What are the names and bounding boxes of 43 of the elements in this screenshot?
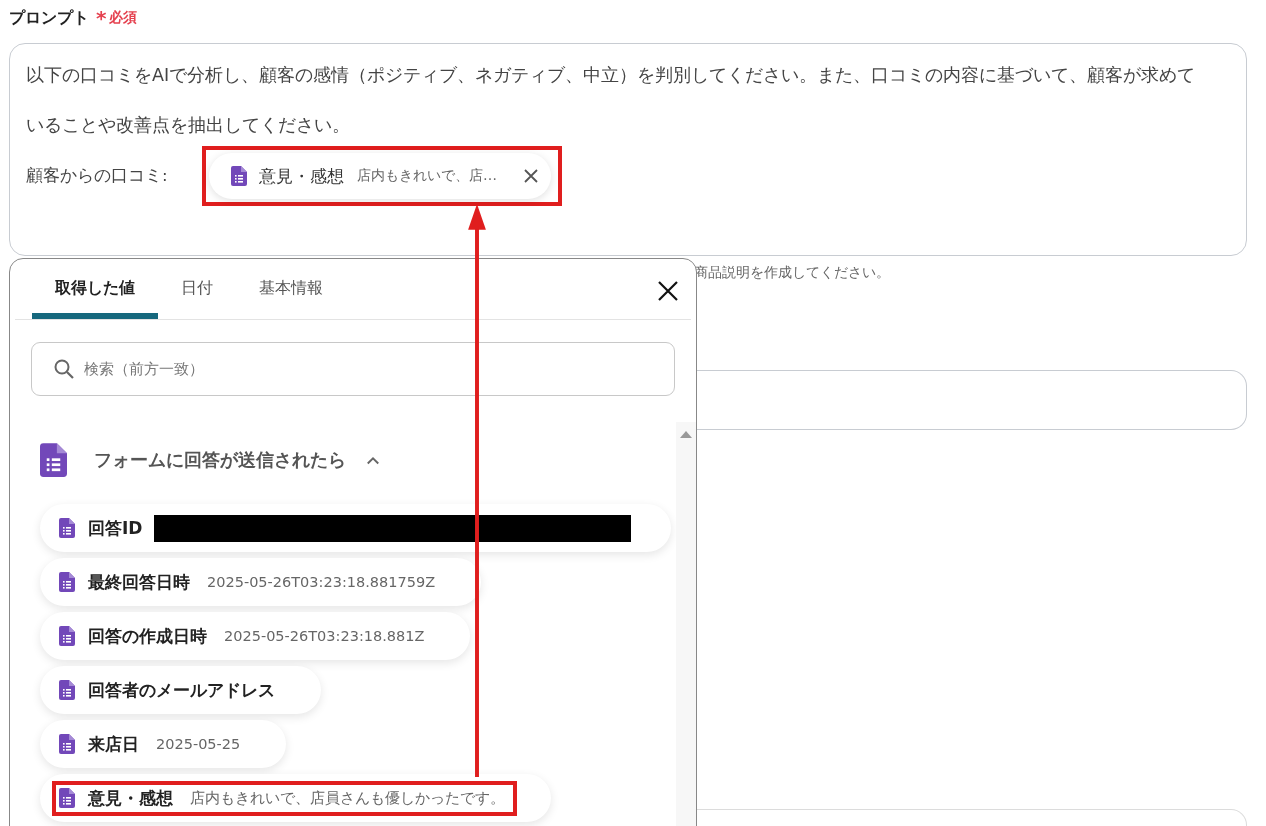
list-document-icon — [59, 680, 75, 700]
item-name: 回答ID — [88, 516, 143, 540]
item-name: 来店日 — [88, 732, 139, 756]
tab[interactable]: 日付 — [158, 259, 236, 319]
list-document-icon — [59, 626, 75, 646]
item-value: 店内もきれいで、店員さんも優しかったです。 — [190, 788, 505, 808]
group-title[interactable]: フォームに回答が送信されたら — [94, 448, 346, 472]
tab[interactable]: 取得した値 — [32, 259, 158, 319]
list-document-icon — [40, 443, 67, 477]
list-document-icon — [59, 734, 75, 754]
item-value: 2025-05-25 — [156, 736, 241, 752]
item-name: 回答者のメールアドレス — [88, 678, 275, 702]
variable-item[interactable]: 回答の作成日時 2025-05-26T03:23:18.881Z — [40, 612, 471, 660]
item-value: 2025-05-26T03:23:18.881Z — [224, 628, 425, 644]
input-field[interactable] — [697, 370, 1247, 430]
close-icon[interactable] — [658, 281, 678, 301]
variable-label: 顧客からの口コミ: — [26, 165, 169, 187]
variable-chip[interactable]: 意見・感想 店内もきれいで、店… — [209, 153, 551, 199]
item-name: 意見・感想 — [88, 786, 173, 810]
remove-icon[interactable] — [523, 168, 539, 184]
search-field[interactable]: 検索（前方一致） — [31, 342, 675, 396]
item-value: 2025-05-26T03:23:18.881759Z — [207, 574, 436, 590]
list-document-icon — [59, 788, 75, 808]
variable-item[interactable]: 意見・感想 店内もきれいで、店員さんも優しかったです。 — [40, 774, 551, 822]
variable-item[interactable]: 回答ID — [40, 504, 671, 552]
search-icon — [54, 359, 74, 379]
chevron-icon[interactable] — [366, 455, 380, 465]
field-label: プロンプト — [9, 7, 89, 29]
prompt-text: 以下の口コミをAIで分析し、顧客の感情（ポジティブ、ネガティブ、中立）を判別してください。また、口コミの内容に基づいて、顧客が求めていることや改善点を抽出してください。 — [26, 64, 1197, 137]
variable-item[interactable]: 来店日 2025-05-25 — [40, 720, 287, 768]
required-text: 必須 — [109, 9, 138, 27]
prompt-field[interactable]: 以下の口コミをAIで分析し、顧客の感情（ポジティブ、ネガティブ、中立）を判別してください。また、口コミの内容に基づいて、顧客が求めていることや改善点を抽出してください。 顧客からの口コミ: 意見・感想 店内もきれいで、店… — [9, 43, 1247, 256]
variable-item[interactable]: 最終回答日時 2025-05-26T03:23:18.881759Z — [40, 558, 482, 606]
list-document-icon — [59, 518, 75, 538]
variable-item[interactable]: 回答者のメールアドレス — [40, 666, 321, 714]
required-mark: * — [96, 8, 107, 28]
list-document-icon — [59, 572, 75, 592]
list-document-icon — [231, 166, 247, 186]
item-name: 回答の作成日時 — [88, 624, 207, 648]
item-name: 最終回答日時 — [88, 570, 190, 594]
tab[interactable]: 基本情報 — [236, 259, 346, 319]
scrollbar[interactable] — [676, 422, 696, 826]
scroll-up-icon[interactable] — [680, 430, 692, 438]
